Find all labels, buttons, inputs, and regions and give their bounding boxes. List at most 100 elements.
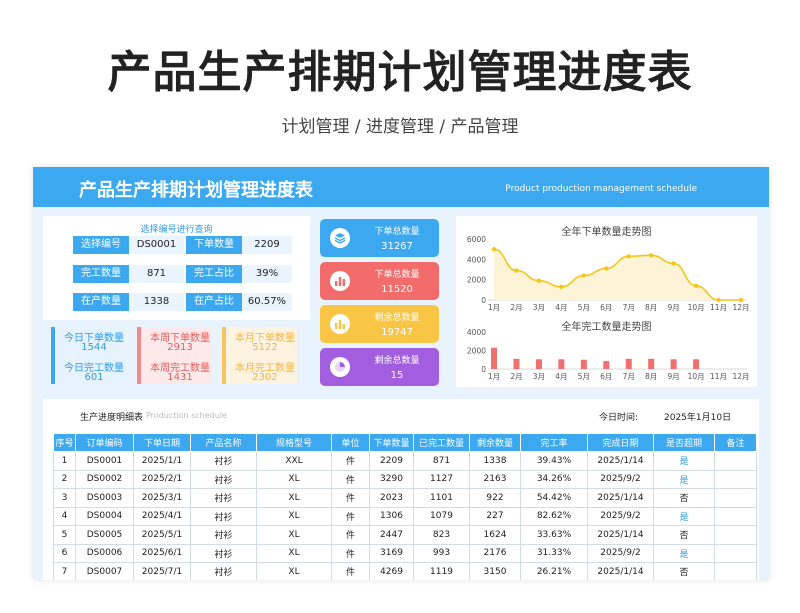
table-cell: 是	[653, 506, 715, 526]
table-cell: 是	[653, 451, 715, 471]
month-order-value: 5122	[252, 342, 278, 353]
order-code-select[interactable]: DS0001	[129, 236, 184, 254]
data-point	[581, 273, 587, 278]
table-cell: 2025/1/14	[587, 525, 654, 545]
table-cell: 823	[413, 525, 470, 545]
x-tick-label: 9月	[667, 372, 679, 381]
table-cell: 件	[331, 488, 370, 508]
table-cell: 1624	[469, 525, 521, 545]
total-order-card: 下单总数量 31267	[320, 219, 439, 257]
table-cell: 2025/1/14	[587, 562, 654, 580]
query-heading: 选择编号进行查询	[140, 225, 213, 235]
table-row[interactable]: 4 DS0004 2025/4/1 衬衫 XL 件 1306 1079 227 82.62% 202…	[53, 506, 757, 526]
x-tick-label: 5月	[578, 372, 590, 381]
data-bar	[535, 359, 542, 369]
total-order-value-2: 11520	[381, 284, 413, 295]
y-tick-label: 0	[481, 365, 486, 374]
table-cell	[714, 506, 757, 526]
remaining-total-card: 剩余总数量 19747	[320, 305, 439, 343]
table-cell: 3150	[469, 562, 521, 580]
x-tick-label: 3月	[533, 303, 545, 312]
table-cell: 2025/1/1	[133, 451, 191, 471]
data-point	[738, 297, 744, 303]
done-qty-label: 完工数量	[73, 265, 129, 283]
column-header: 完成日期	[587, 433, 654, 452]
table-header-row: 序号 订单编码 下单日期 产品名称 规格型号 单位 下单数量 已完工数量 剩余数量 完工率 完成日期…	[53, 433, 757, 452]
y-tick-label: 2000	[467, 347, 486, 356]
x-tick-label: 1月	[488, 303, 500, 312]
table-cell	[714, 488, 757, 508]
table-cell: 衬衫	[190, 506, 257, 526]
data-bar	[670, 359, 677, 369]
week-done-value: 1431	[167, 372, 193, 383]
table-row[interactable]: 1 DS0001 2025/1/1 衬衫 XXL 件 2209 871 1338 39.43% 20…	[53, 451, 757, 471]
remaining-total-card-2: 剩余总数量 15	[320, 348, 439, 386]
table-cell: 2025/9/2	[587, 543, 654, 563]
table-cell: 衬衫	[190, 562, 257, 580]
column-header: 序号	[53, 433, 76, 452]
x-tick-label: 8月	[645, 303, 657, 312]
table-cell: 7	[53, 562, 76, 580]
remaining-total-value: 19747	[381, 327, 413, 338]
x-tick-label: 6月	[600, 303, 612, 312]
table-cell	[714, 562, 757, 580]
today-date-label: 今日时间:	[599, 413, 639, 423]
table-cell: 否	[653, 562, 715, 580]
table-body: 1 DS0001 2025/1/1 衬衫 XXL 件 2209 871 1338 39.43% 20…	[53, 451, 757, 580]
x-tick-label: 7月	[623, 303, 635, 312]
order-code-label: 选择编号	[73, 236, 129, 254]
series-area	[494, 249, 741, 300]
table-row[interactable]: 2 DS0002 2025/2/1 衬衫 XL 件 3290 1127 2163 34.26% 20…	[53, 469, 757, 489]
remaining-total-label: 剩余总数量	[374, 313, 420, 323]
x-tick-label: 9月	[667, 303, 679, 312]
table-cell: 4	[53, 506, 76, 526]
data-point	[648, 253, 654, 258]
done-ratio-label: 完工占比	[186, 265, 242, 283]
y-tick-label: 4000	[467, 328, 486, 337]
table-cell: XL	[256, 543, 332, 563]
table-cell: 1079	[413, 506, 470, 526]
table-row[interactable]: 6 DS0006 2025/6/1 衬衫 XL 件 3169 993 2176 31.33% 202…	[53, 543, 757, 563]
table-cell: 871	[413, 451, 470, 471]
stack-icon	[330, 228, 350, 248]
x-tick-label: 2月	[510, 303, 522, 312]
table-cell: DS0007	[75, 562, 134, 580]
table-cell: 件	[331, 506, 370, 526]
total-order-label-2: 下单总数量	[374, 270, 420, 280]
data-bar	[693, 359, 700, 369]
column-header: 备注	[714, 433, 757, 452]
table-cell: 件	[331, 451, 370, 471]
table-cell: 3	[53, 488, 76, 508]
week-order-value: 2913	[167, 342, 193, 353]
table-row[interactable]: 5 DS0005 2025/5/1 衬衫 XL 件 2447 823 1624 33.63% 202…	[53, 525, 757, 545]
table-cell: DS0002	[75, 469, 134, 489]
table-row[interactable]: 7 DS0007 2025/7/1 衬衫 XL 件 4269 1119 3150 26.21% 20…	[53, 562, 757, 580]
column-header: 单位	[331, 433, 370, 452]
sheet-title-en: Product production management schedule	[505, 184, 697, 194]
order-qty-value: 2209	[242, 236, 292, 254]
table-cell: 2447	[369, 525, 414, 545]
table-cell: DS0003	[75, 488, 134, 508]
x-tick-label: 11月	[710, 303, 727, 312]
table-row[interactable]: 3 DS0003 2025/3/1 衬衫 XL 件 2023 1101 922 54.42% 202…	[53, 488, 757, 508]
done-ratio-value: 39%	[242, 265, 292, 283]
column-header: 下单日期	[133, 433, 191, 452]
column-header: 下单数量	[369, 433, 414, 452]
order-qty-label: 下单数量	[186, 236, 242, 254]
table-cell	[714, 543, 757, 563]
wip-ratio-label: 在产占比	[186, 293, 242, 311]
table-cell: 2176	[469, 543, 521, 563]
table-cell: 33.63%	[520, 525, 588, 545]
table-cell: DS0006	[75, 543, 134, 563]
table-cell: XL	[256, 506, 332, 526]
table-cell: 2163	[469, 469, 521, 489]
remaining-total-value-2: 15	[390, 370, 404, 381]
column-header: 已完工数量	[413, 433, 470, 452]
table-cell: XL	[256, 469, 332, 489]
table-cell: 2	[53, 469, 76, 489]
table-cell: 2025/9/2	[587, 506, 654, 526]
table-cell	[714, 451, 757, 471]
table-cell: 3169	[369, 543, 414, 563]
table-cell: 是	[653, 543, 715, 563]
table-cell: 件	[331, 469, 370, 489]
